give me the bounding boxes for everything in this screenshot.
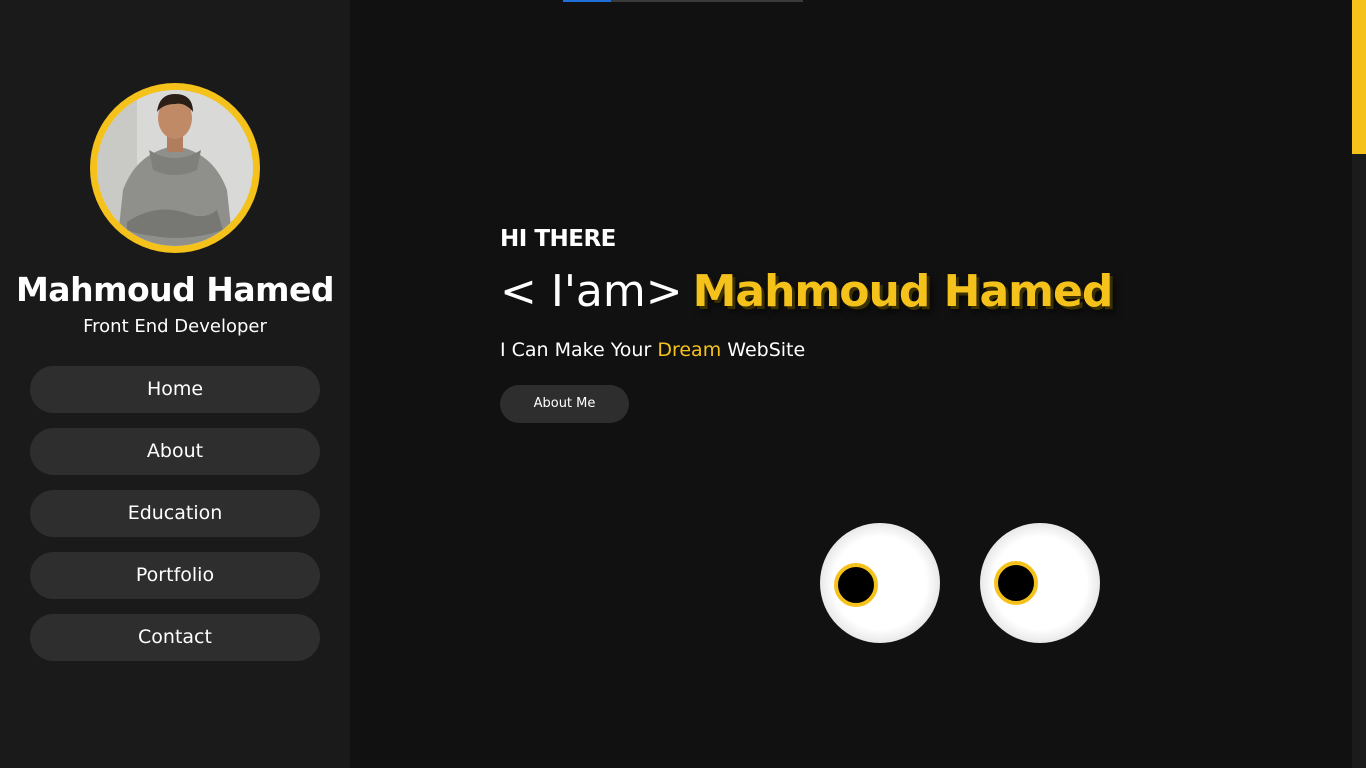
avatar [90, 83, 260, 253]
scrollbar[interactable] [1352, 0, 1366, 768]
profile-photo [97, 90, 253, 246]
nav-item-home[interactable]: Home [30, 366, 320, 413]
nav-item-portfolio[interactable]: Portfolio [30, 552, 320, 599]
profile-role: Front End Developer [83, 316, 267, 337]
right-eye-icon [980, 523, 1100, 643]
tagline-highlight: Dream [657, 339, 722, 361]
profile-name: Mahmoud Hamed [15, 270, 335, 309]
about-me-button[interactable]: About Me [500, 385, 629, 423]
left-eye-icon [820, 523, 940, 643]
nav-item-contact[interactable]: Contact [30, 614, 320, 661]
tagline-end: WebSite [727, 339, 806, 361]
hero-tagline: I Can Make Your Dream WebSite [500, 339, 805, 361]
profile-photo-drawing [97, 90, 253, 246]
left-pupil [834, 563, 878, 607]
nav-item-about[interactable]: About [30, 428, 320, 475]
top-progress-fill [563, 0, 611, 2]
sidebar-nav: Home About Education Portfolio Contact [30, 366, 320, 676]
page: Mahmoud Hamed Front End Developer Home A… [0, 0, 1366, 768]
top-progress-bar [563, 0, 803, 2]
nav-item-education[interactable]: Education [30, 490, 320, 537]
right-pupil [994, 561, 1038, 605]
scrollbar-thumb[interactable] [1352, 0, 1366, 154]
sidebar: Mahmoud Hamed Front End Developer Home A… [0, 0, 350, 768]
headline-prefix: < I'am> [500, 266, 683, 317]
hero-greeting: HI THERE [500, 226, 616, 252]
hero-headline: < I'am> Mahmoud Hamed [500, 266, 1114, 317]
tagline-start: I Can Make Your [500, 339, 652, 361]
headline-name: Mahmoud Hamed [692, 266, 1114, 317]
